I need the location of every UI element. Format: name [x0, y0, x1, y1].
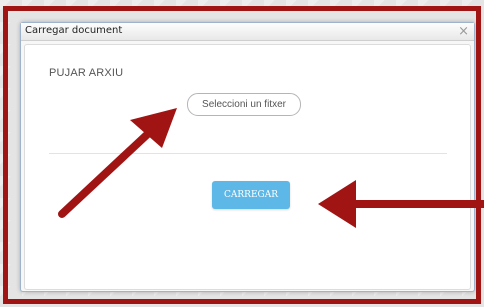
pointer-arrow-to-submit-button: [318, 180, 484, 228]
annotation-arrows: [58, 108, 484, 228]
pointer-arrow-to-file-button: [58, 108, 177, 218]
